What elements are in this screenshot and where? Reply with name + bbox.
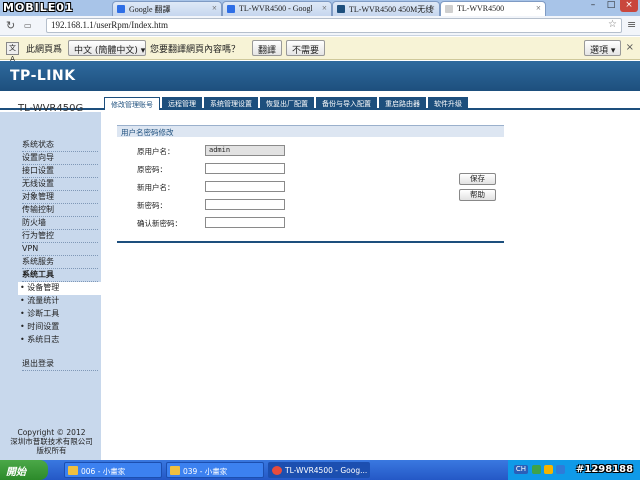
rights-reserved: 版权所有: [36, 446, 67, 455]
language-select[interactable]: 中文 (簡體中文) ▾: [68, 40, 146, 56]
sidebar-subitem-time-settings[interactable]: • 时间设置: [20, 321, 96, 334]
start-button[interactable]: 開始: [0, 460, 48, 480]
url-text: 192.168.1.1/userRpm/Index.htm: [51, 20, 168, 30]
tab-label: TL-WVR4500 450M无线: [349, 5, 434, 14]
tab-reboot[interactable]: 重启路由器: [379, 97, 426, 110]
copyright-notice: Copyright © 2012 深圳市普联技术有限公司 版权所有: [4, 428, 99, 455]
tab-close-icon[interactable]: ×: [322, 3, 327, 13]
confirm-password-label: 确认新密码：: [137, 219, 182, 228]
minimize-icon[interactable]: –: [584, 0, 602, 12]
sidebar-item-interfaces[interactable]: 接口设置: [22, 165, 98, 178]
tab-close-icon[interactable]: ×: [212, 3, 217, 13]
browser-tab-router-active[interactable]: TL-WVR4500 ×: [440, 1, 546, 16]
old-password-label: 原密码：: [137, 165, 167, 174]
task-label: TL-WVR4500 - Goog...: [285, 466, 368, 475]
tab-remote-management[interactable]: 远程管理: [162, 97, 202, 110]
form-divider: [117, 241, 504, 243]
copyright-line: Copyright © 2012: [17, 428, 86, 437]
mobile01-watermark-logo: MOBILE01: [3, 1, 74, 14]
browser-toolbar: ↻ ▭ 192.168.1.1/userRpm/Index.htm ☆ ≡: [0, 16, 640, 36]
tab-label: TL-WVR4500 - Googl: [239, 4, 313, 13]
sidebar-item-wizard[interactable]: 设置向导: [22, 152, 98, 165]
sidebar-item-behavior-control[interactable]: 行为管控: [22, 230, 98, 243]
router-content-area: [101, 112, 640, 460]
mobile01-watermark-id: #1298188: [576, 464, 634, 475]
bookmark-star-icon[interactable]: ☆: [608, 19, 617, 30]
security-icon[interactable]: [544, 465, 553, 474]
taskbar-item-chrome[interactable]: TL-WVR4500 - Goog...: [268, 462, 370, 478]
tab-change-admin[interactable]: 修改管理账号: [104, 97, 160, 110]
new-username-label: 新用户名：: [137, 183, 175, 192]
taskbar-item-paint-039[interactable]: 039 - 小畫家: [166, 462, 264, 478]
sidebar-logout-link[interactable]: 退出登录: [22, 358, 98, 371]
network-icon[interactable]: [532, 465, 541, 474]
tab-system-settings[interactable]: 系统管理设置: [204, 97, 258, 110]
task-label: 039 - 小畫家: [183, 467, 228, 476]
maximize-icon[interactable]: □: [602, 0, 620, 12]
company-name: 深圳市普联技术有限公司: [10, 437, 93, 446]
paint-icon: [170, 466, 180, 475]
sidebar-item-system-tools[interactable]: 系统工具: [22, 269, 98, 282]
task-label: 006 - 小畫家: [81, 467, 126, 476]
taskbar-item-paint-006[interactable]: 006 - 小畫家: [64, 462, 162, 478]
tab-backup-import[interactable]: 备份与导入配置: [316, 97, 377, 110]
sidebar-item-status[interactable]: 系统状态: [22, 139, 98, 152]
google-favicon-icon: [117, 5, 125, 13]
translate-icon: 文A: [6, 42, 19, 63]
translate-options-button[interactable]: 選項 ▾: [584, 40, 622, 56]
tab-close-icon[interactable]: ×: [536, 3, 541, 13]
translate-infobar: 文A 此網頁爲 中文 (簡體中文) ▾ 您要翻譯網頁內容嗎？ 翻譯 不需要 選項…: [0, 37, 640, 63]
wrench-menu-icon[interactable]: ≡: [627, 18, 636, 31]
page-favicon-icon: [445, 5, 453, 13]
browser-tab-google-translate[interactable]: Google 翻譯 ×: [112, 1, 222, 16]
address-bar[interactable]: 192.168.1.1/userRpm/Index.htm ☆: [46, 18, 622, 33]
tab-firmware-upgrade[interactable]: 软件升级: [428, 97, 468, 110]
new-password-label: 新密码：: [137, 201, 167, 210]
close-icon[interactable]: ×: [620, 0, 638, 12]
tab-label: Google 翻譯: [129, 5, 171, 14]
page-icon: ▭: [24, 21, 32, 30]
router-header: TP-LINK: [0, 61, 640, 91]
refresh-icon[interactable]: ↻: [6, 19, 15, 32]
old-username-label: 原用户名：: [137, 147, 175, 156]
translate-button[interactable]: 翻譯: [252, 40, 283, 56]
sidebar-item-wireless[interactable]: 无线设置: [22, 178, 98, 191]
infobar-close-icon[interactable]: ×: [626, 42, 634, 53]
paint-icon: [68, 466, 78, 475]
volume-icon[interactable]: [556, 465, 565, 474]
sidebar-item-firewall[interactable]: 防火墙: [22, 217, 98, 230]
sidebar-subitem-device-management[interactable]: • 设备管理: [18, 282, 101, 295]
chrome-icon: [272, 466, 282, 475]
language-indicator[interactable]: CH: [514, 465, 528, 474]
confirm-password-field[interactable]: [205, 217, 285, 228]
router-top-menu: 修改管理账号 远程管理 系统管理设置 恢复出厂配置 备份与导入配置 重启路由器 …: [104, 97, 470, 110]
tab-label: TL-WVR4500: [457, 4, 505, 13]
no-translate-button[interactable]: 不需要: [286, 40, 326, 56]
sidebar-subitem-diagnostics[interactable]: • 诊断工具: [20, 308, 96, 321]
translate-label: 此網頁爲: [26, 45, 63, 55]
save-button[interactable]: 保存: [459, 173, 496, 185]
sidebar-item-system-services[interactable]: 系统服务: [22, 256, 98, 269]
translate-question: 您要翻譯網頁內容嗎？: [150, 45, 241, 55]
windows-taskbar: 開始 006 - 小畫家 039 - 小畫家 TL-WVR4500 - Goog…: [0, 460, 640, 480]
tplink-logo: TP-LINK: [10, 68, 76, 84]
tab-factory-reset[interactable]: 恢复出厂配置: [260, 97, 314, 110]
old-password-field[interactable]: [205, 163, 285, 174]
new-password-field[interactable]: [205, 199, 285, 210]
sidebar-item-transfer-control[interactable]: 传输控制: [22, 204, 98, 217]
tab-close-icon[interactable]: ×: [430, 3, 435, 13]
sidebar-item-objects[interactable]: 对象管理: [22, 191, 98, 204]
help-button[interactable]: 帮助: [459, 189, 496, 201]
sidebar-subitem-traffic-stats[interactable]: • 流量统计: [20, 295, 96, 308]
browser-tab-google-search[interactable]: TL-WVR4500 - Googl ×: [222, 1, 332, 16]
browser-tab-tplink-product[interactable]: TL-WVR4500 450M无线 ×: [332, 1, 440, 16]
tplink-favicon-icon: [337, 5, 345, 13]
google-favicon-icon: [227, 5, 235, 13]
new-username-field[interactable]: [205, 181, 285, 192]
form-title: 用户名密码修改: [117, 125, 504, 137]
sidebar-item-vpn[interactable]: VPN: [22, 243, 98, 256]
browser-tab-strip: MOBILE01 Google 翻譯 × TL-WVR4500 - Googl …: [0, 0, 640, 16]
old-username-field: admin: [205, 145, 285, 156]
sidebar-subitem-system-log[interactable]: • 系统日志: [20, 334, 96, 347]
